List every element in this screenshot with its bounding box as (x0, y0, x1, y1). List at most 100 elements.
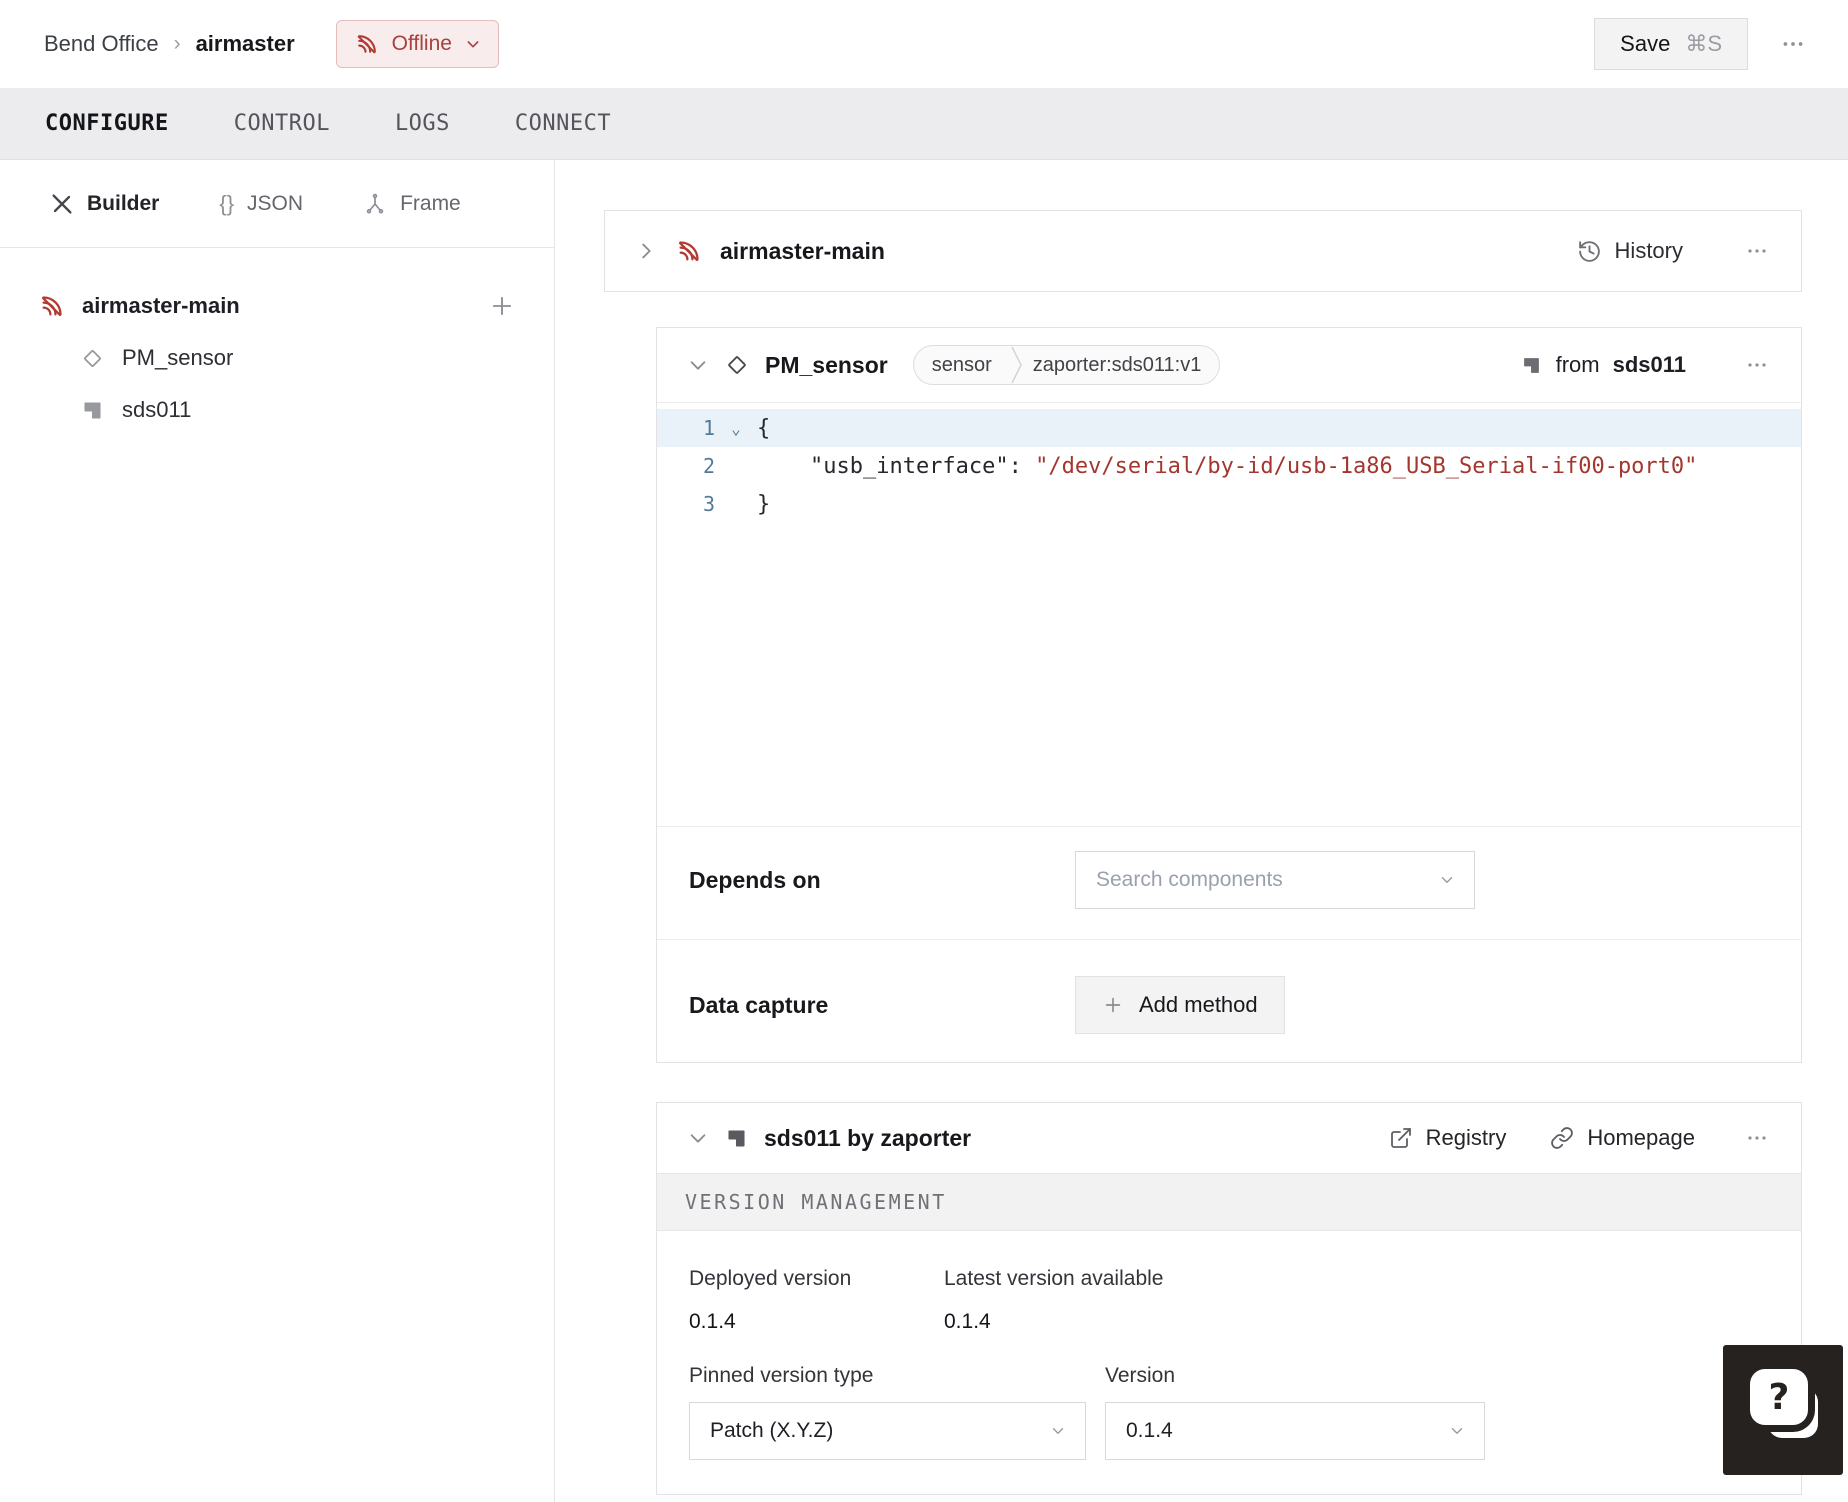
external-link-icon (1389, 1126, 1413, 1150)
plus-icon (1102, 994, 1124, 1016)
wifi-off-icon (38, 293, 65, 320)
code-text: "usb_interface": "/dev/serial/by-id/usb-… (757, 454, 1697, 479)
version-select[interactable]: 0.1.4 (1105, 1402, 1485, 1460)
component-menu-button[interactable] (1739, 347, 1775, 383)
deployed-version-col: Deployed version 0.1.4 (689, 1267, 944, 1334)
depends-on-select[interactable]: Search components (1075, 851, 1475, 909)
attributes-json-editor[interactable]: 1 ⌄ { 2 "usb_interface": "/dev/serial/by… (657, 402, 1801, 826)
version-management-body: Deployed version 0.1.4 Latest version av… (657, 1231, 1801, 1494)
tree-item-machine-part[interactable]: airmaster-main (0, 280, 554, 332)
breadcrumb-location[interactable]: Bend Office (44, 31, 159, 57)
code-line[interactable]: 2 "usb_interface": "/dev/serial/by-id/us… (657, 447, 1801, 485)
version-label: Version (1105, 1364, 1176, 1387)
chevron-right-icon[interactable] (635, 240, 657, 262)
pinned-type-select[interactable]: Patch (X.Y.Z) (689, 1402, 1086, 1460)
chevron-down-icon (465, 36, 481, 52)
chevron-down-icon[interactable] (687, 1127, 709, 1149)
machine-part-card: airmaster-main History (604, 210, 1802, 292)
version-info-row: Deployed version 0.1.4 Latest version av… (689, 1267, 1769, 1334)
code-key: "usb_interface": (757, 453, 1036, 479)
mode-frame-label: Frame (400, 191, 461, 215)
module-icon (1520, 354, 1543, 377)
version-management-header: VERSION MANAGEMENT (657, 1173, 1801, 1231)
version-col: Version 0.1.4 (1105, 1364, 1485, 1460)
history-icon (1577, 239, 1602, 264)
homepage-label: Homepage (1587, 1125, 1695, 1150)
homepage-link[interactable]: Homepage (1550, 1125, 1695, 1151)
badge-divider (1011, 346, 1022, 384)
pm-sensor-card: PM_sensor sensor zaporter:sds011:v1 from… (656, 327, 1802, 1063)
code-text: } (757, 491, 771, 517)
latest-version-col: Latest version available 0.1.4 (944, 1267, 1163, 1334)
chevron-down-icon (1438, 871, 1456, 889)
tree-item-pm-sensor[interactable]: PM_sensor (0, 332, 554, 384)
machine-part-title: airmaster-main (720, 237, 885, 264)
tab-logs[interactable]: LOGS (395, 111, 450, 136)
depends-on-label: Depends on (689, 866, 821, 893)
component-model-badge: zaporter:sds011:v1 (1032, 353, 1202, 376)
depends-on-placeholder: Search components (1096, 868, 1283, 891)
sidebar-mode-switcher: Builder {} JSON Frame (0, 160, 554, 248)
code-string-value: "/dev/serial/by-id/usb-1a86_USB_Serial-i… (1035, 453, 1698, 479)
tree-root-label: airmaster-main (82, 293, 240, 318)
tools-icon (50, 192, 74, 216)
add-method-button[interactable]: Add method (1075, 976, 1285, 1034)
save-button[interactable]: Save ⌘S (1594, 18, 1748, 70)
latest-version-label: Latest version available (944, 1267, 1164, 1290)
breadcrumb-separator-icon: › (173, 32, 181, 55)
wifi-off-icon (354, 32, 379, 57)
from-module-link[interactable]: from sds011 (1520, 352, 1686, 378)
machine-part-menu-button[interactable] (1739, 233, 1775, 269)
data-capture-section: Data capture Add method (657, 939, 1801, 1062)
add-component-button[interactable] (484, 288, 520, 324)
tab-control[interactable]: CONTROL (234, 111, 330, 136)
machine-config-page: Bend Office › airmaster Offline Save ⌘S … (0, 0, 1848, 1502)
fold-chevron-icon[interactable]: ⌄ (715, 419, 757, 438)
mode-frame[interactable]: Frame (363, 192, 461, 216)
topbar: Bend Office › airmaster Offline Save ⌘S (0, 0, 1848, 88)
module-title: sds011 by zaporter (764, 1124, 972, 1151)
breadcrumb: Bend Office › airmaster Offline (44, 20, 499, 68)
add-method-label: Add method (1139, 992, 1258, 1017)
tab-connect[interactable]: CONNECT (515, 111, 611, 136)
breadcrumb-machine-name: airmaster (195, 31, 295, 56)
data-capture-label: Data capture (689, 991, 829, 1018)
help-button[interactable]: ? (1723, 1345, 1843, 1475)
history-button[interactable]: History (1577, 238, 1683, 264)
configure-panel: airmaster-main History PM_sensor sensor … (556, 160, 1848, 1502)
registry-label: Registry (1425, 1125, 1507, 1150)
chevron-down-icon[interactable] (687, 354, 709, 376)
machine-status-dropdown[interactable]: Offline (335, 20, 499, 68)
tree-child-label: sds011 (122, 397, 192, 422)
chevron-down-icon (1049, 1422, 1067, 1440)
tree-item-sds011[interactable]: sds011 (0, 384, 554, 436)
save-shortcut: ⌘S (1685, 31, 1722, 56)
code-line[interactable]: 1 ⌄ { (657, 409, 1801, 447)
pinned-type-value: Patch (X.Y.Z) (710, 1419, 834, 1442)
pinned-type-label: Pinned version type (689, 1364, 874, 1387)
line-number: 3 (702, 492, 715, 516)
module-actions: Registry Homepage (1389, 1120, 1775, 1156)
component-tree: airmaster-main PM_sensor sds011 (0, 248, 554, 436)
line-number: 2 (702, 454, 715, 478)
module-menu-button[interactable] (1739, 1120, 1775, 1156)
from-prefix: from (1555, 352, 1600, 377)
line-number: 1 (702, 416, 715, 440)
code-line[interactable]: 3 } (657, 485, 1801, 523)
depends-on-section: Depends on Search components (657, 826, 1801, 939)
mode-builder[interactable]: Builder (50, 192, 159, 216)
registry-link[interactable]: Registry (1389, 1125, 1507, 1151)
mode-json[interactable]: {} JSON (219, 191, 303, 217)
topbar-overflow-menu-button[interactable] (1772, 23, 1814, 65)
module-icon (724, 1126, 749, 1151)
latest-version-value: 0.1.4 (944, 1310, 991, 1333)
config-sidebar: Builder {} JSON Frame airmaster-main PM_… (0, 160, 555, 1502)
sds011-module-card: sds011 by zaporter Registry Homepage VER… (656, 1102, 1802, 1495)
link-icon (1550, 1126, 1574, 1150)
diamond-icon (80, 346, 105, 371)
tree-child-label: PM_sensor (122, 345, 234, 370)
component-type-model-badge: sensor zaporter:sds011:v1 (912, 345, 1221, 385)
tab-configure[interactable]: CONFIGURE (45, 111, 169, 136)
code-text: { (757, 415, 771, 441)
diamond-icon (724, 352, 750, 378)
